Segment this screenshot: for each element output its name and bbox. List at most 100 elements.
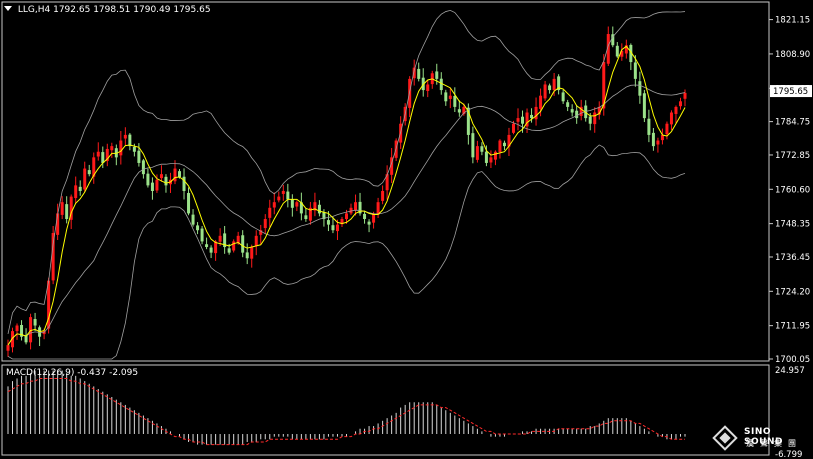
candle-body — [178, 171, 182, 177]
candle-body — [281, 190, 285, 194]
chart-canvas: 1821.151808.901796.651784.751772.851760.… — [1, 1, 812, 459]
candle-body — [119, 140, 123, 156]
candle-body — [87, 170, 91, 175]
candle-body — [331, 225, 335, 231]
candle-body — [642, 93, 646, 119]
candle-body — [593, 112, 597, 125]
candle-body — [268, 207, 272, 218]
candle-body — [173, 168, 177, 182]
candle-body — [453, 95, 457, 107]
candle-body — [669, 112, 673, 125]
candle-body — [29, 317, 33, 343]
candle-body — [575, 110, 579, 119]
candle-body — [511, 123, 515, 133]
candle-body — [96, 151, 100, 157]
candle-body — [101, 152, 105, 163]
candle-body — [326, 220, 330, 225]
candle-body — [245, 252, 249, 259]
candle-body — [444, 92, 448, 102]
candle-body — [363, 213, 367, 220]
candle-body — [471, 133, 475, 158]
candle-body — [570, 109, 574, 113]
candle-body — [448, 95, 452, 99]
ohlc-values: 1792.65 1798.51 1790.49 1795.65 — [53, 5, 211, 15]
candle-body — [678, 101, 682, 107]
price-tick-label: 1724.20 — [775, 287, 810, 297]
chart-header: LLG,H4 1792.65 1798.51 1790.49 1795.65 — [4, 5, 211, 15]
candle-body — [543, 84, 547, 99]
candle-body — [426, 84, 430, 92]
candle-body — [457, 109, 461, 113]
candle-body — [588, 116, 592, 124]
candle-body — [200, 228, 204, 242]
sino-sound-logo: SINO SOUND 漢聲集團 — [712, 425, 812, 457]
candle-body — [651, 132, 655, 147]
candle-body — [78, 186, 82, 191]
candle-body — [196, 225, 200, 231]
candle-body — [539, 95, 543, 109]
macd-label: MACD(12,26,9) -0.437 -2.095 — [6, 368, 139, 378]
candle-body — [182, 176, 186, 191]
price-tick-label: 1700.05 — [775, 355, 810, 365]
candle-body — [354, 202, 358, 211]
candle-body — [15, 325, 19, 332]
candle-body — [191, 214, 195, 225]
moving-average-line — [7, 45, 686, 346]
candle-body — [489, 157, 493, 163]
candle-body — [498, 140, 502, 152]
candle-body — [205, 244, 209, 248]
price-tick-label: 1772.85 — [775, 151, 810, 161]
candle-body — [155, 179, 159, 191]
candle-body — [367, 221, 371, 225]
candle-body — [272, 202, 276, 208]
candle-body — [254, 235, 258, 247]
candle-body — [209, 247, 213, 253]
candle-body — [146, 173, 150, 186]
candle-body — [521, 116, 525, 124]
macd-panel — [1, 364, 770, 456]
current-price-label: 1795.65 — [773, 87, 808, 97]
candle-body — [290, 199, 294, 208]
candle-body — [137, 150, 141, 163]
candle-body — [286, 191, 290, 200]
candle-body — [376, 202, 380, 215]
candle-body — [502, 142, 506, 147]
candle-body — [51, 233, 55, 281]
candle-body — [552, 78, 556, 91]
candle-body — [227, 248, 231, 253]
candle-body — [295, 202, 299, 207]
candle-body — [566, 102, 570, 107]
candle-body — [277, 196, 281, 201]
candle-body — [417, 68, 421, 79]
candle-body — [60, 202, 64, 215]
macd-axis-top-label: 24.957 — [775, 366, 805, 376]
logo-diamond-icon — [712, 425, 738, 451]
candle-body — [480, 146, 484, 152]
candle-body — [656, 140, 660, 145]
candle-body — [74, 185, 78, 199]
candle-body — [534, 106, 538, 120]
price-tick-label: 1760.60 — [775, 185, 810, 195]
candle-body — [150, 182, 154, 191]
candle-body — [128, 134, 132, 147]
candle-body — [683, 92, 687, 99]
dropdown-triangle-icon[interactable] — [4, 6, 12, 11]
symbol-label: LLG,H4 — [17, 5, 51, 15]
bollinger-upper-line — [7, 9, 686, 334]
price-tick-label: 1736.45 — [775, 253, 810, 263]
candle-body — [110, 146, 114, 151]
candle-body — [516, 118, 520, 122]
candle-body — [493, 151, 497, 160]
candle-body — [615, 45, 619, 57]
candle-body — [164, 176, 168, 186]
candle-body — [484, 151, 488, 163]
candle-body — [647, 118, 651, 135]
candle-body — [674, 106, 678, 114]
candle-body — [345, 213, 348, 220]
candle-body — [123, 134, 127, 139]
candle-body — [665, 123, 669, 135]
candle-body — [561, 92, 565, 102]
price-panel-frame — [1, 1, 770, 362]
candle-body — [218, 235, 222, 242]
price-axis: 1821.151808.901796.651784.751772.851760.… — [769, 16, 812, 459]
